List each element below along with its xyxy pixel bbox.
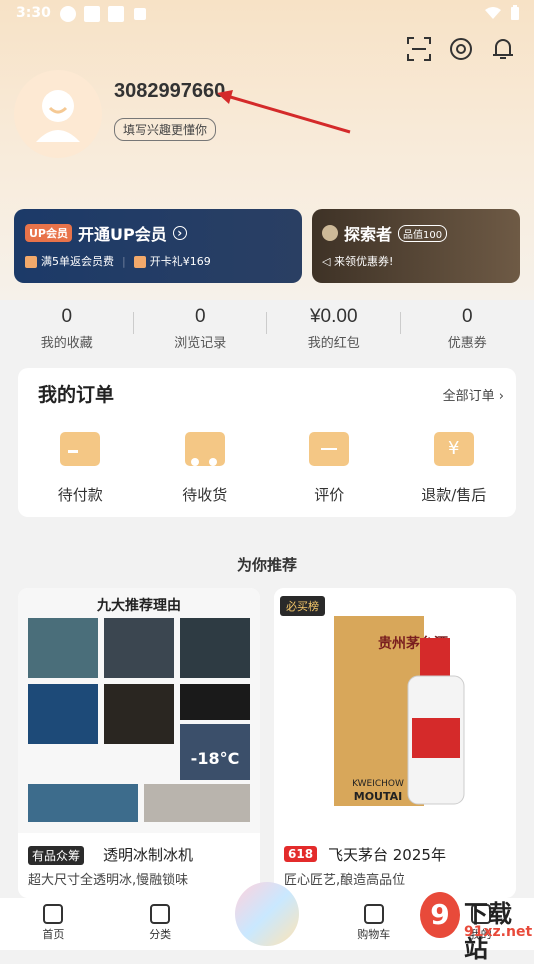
coupon-icon	[25, 256, 37, 268]
stat-label: 优惠券	[401, 332, 534, 351]
product-desc: 匠心匠艺,酿造高品位	[284, 869, 405, 888]
center-logo-icon	[235, 882, 299, 946]
default-avatar-icon	[30, 84, 86, 144]
bottle-text: MOUTAI	[354, 790, 403, 803]
bottle-text: KWEICHOW	[352, 779, 404, 789]
moutai-image: 贵州茅台酒 KWEICHOW MOUTAI	[274, 588, 516, 833]
vip-perk2: 开卡礼¥169	[150, 255, 211, 268]
notification-icon	[60, 6, 76, 22]
order-pending-payment[interactable]: 待付款	[18, 432, 143, 505]
order-label: 待付款	[18, 484, 143, 505]
nav-home[interactable]: 首页	[0, 898, 107, 950]
watermark-url: 91xz.net	[464, 924, 532, 940]
avatar[interactable]	[14, 70, 102, 158]
notification-icon	[108, 6, 124, 22]
watermark-logo-icon: 9	[420, 892, 460, 938]
product-tag: 618	[284, 846, 317, 862]
vip-card[interactable]: UP会员 开通UP会员 › 满5单返会员费 | 开卡礼¥169	[14, 209, 302, 283]
vip-perk1: 满5单返会员费	[41, 255, 114, 268]
stat-value: 0	[401, 306, 534, 328]
megaphone-icon: ◁	[322, 255, 334, 268]
order-refund[interactable]: ¥ 退款/售后	[392, 432, 517, 505]
stat-favorites[interactable]: 0 我的收藏	[0, 300, 134, 360]
cart-icon	[364, 904, 384, 924]
wallet-icon	[60, 432, 100, 466]
nav-cart[interactable]: 购物车	[320, 898, 427, 950]
stat-value: 0	[0, 306, 134, 328]
orders-card: 我的订单 全部订单 › 待付款 待收货 评价 ¥ 退款/售后	[18, 368, 516, 517]
explorer-title: 探索者	[344, 221, 392, 245]
product-desc: 超大尺寸全透明冰,慢融锁味	[28, 869, 188, 888]
order-review[interactable]: 评价	[267, 432, 392, 505]
bell-icon[interactable]	[490, 36, 516, 62]
recommend-heading: 为你推荐	[0, 554, 534, 575]
product-title: 飞天茅台 2025年	[328, 844, 446, 865]
all-orders-link[interactable]: 全部订单 ›	[443, 385, 504, 404]
annotation-arrow	[215, 88, 355, 138]
product-tag: 有品众筹	[28, 846, 84, 865]
settings-icon[interactable]	[448, 36, 474, 62]
chevron-right-icon: ›	[499, 389, 504, 404]
stat-label: 我的红包	[267, 332, 401, 351]
nav-category[interactable]: 分类	[107, 898, 214, 950]
scan-icon[interactable]	[406, 36, 432, 62]
explorer-badge: 品值100	[398, 225, 447, 242]
order-label: 待收货	[143, 484, 268, 505]
explorer-card[interactable]: 探索者 品值100 ◁ 来领优惠券!	[312, 209, 520, 283]
gift-icon	[134, 256, 146, 268]
wifi-icon	[484, 6, 502, 20]
image-temp: -18°C	[191, 749, 240, 768]
image-title: 九大推荐理由	[96, 597, 181, 614]
notification-icon	[84, 6, 100, 22]
product-card[interactable]: 九大推荐理由 -18°C 有品众筹 透明冰制冰机 超大尺寸全透明冰,慢融锁味	[18, 588, 260, 898]
stat-red-packet[interactable]: ¥0.00 我的红包	[267, 300, 401, 360]
comment-icon	[309, 432, 349, 466]
battery-icon	[510, 5, 520, 21]
stat-label: 我的收藏	[0, 332, 134, 351]
ice-maker-image: 九大推荐理由 -18°C	[18, 588, 260, 833]
vip-title: 开通UP会员	[78, 221, 167, 245]
order-label: 退款/售后	[392, 484, 517, 505]
stat-value: 0	[134, 306, 268, 328]
stats-row: 0我的收藏 0浏览记录 ¥0.00我的红包 0优惠券	[0, 300, 534, 360]
category-icon	[150, 904, 170, 924]
home-icon	[43, 904, 63, 924]
refund-icon: ¥	[434, 432, 474, 466]
stat-history[interactable]: 0 浏览记录	[134, 300, 268, 360]
status-time: 3:30	[16, 5, 51, 21]
interest-tag-button[interactable]: 填写兴趣更懂你	[114, 118, 216, 141]
truck-icon	[185, 432, 225, 466]
nav-center[interactable]	[214, 898, 321, 950]
stat-label: 浏览记录	[134, 332, 268, 351]
chevron-right-icon: ›	[173, 226, 187, 240]
explorer-subtitle: 来领优惠券!	[334, 255, 393, 268]
bestseller-badge: 必买榜	[280, 596, 325, 616]
product-title: 透明冰制冰机	[103, 844, 193, 865]
order-label: 评价	[267, 484, 392, 505]
watermark: 9 下载站 91xz.net	[420, 890, 534, 950]
explorer-icon	[322, 225, 338, 241]
status-bar: 3:30	[0, 0, 534, 28]
vip-badge: UP会员	[25, 224, 72, 242]
product-card[interactable]: 贵州茅台酒 KWEICHOW MOUTAI 必买榜 618 飞天茅台 2025年…	[274, 588, 516, 898]
notification-icon	[134, 8, 146, 20]
user-id: 3082997660	[114, 80, 225, 103]
orders-title: 我的订单	[38, 380, 114, 407]
stat-coupons[interactable]: 0 优惠券	[401, 300, 534, 360]
stat-value: ¥0.00	[267, 306, 401, 328]
order-pending-delivery[interactable]: 待收货	[143, 432, 268, 505]
